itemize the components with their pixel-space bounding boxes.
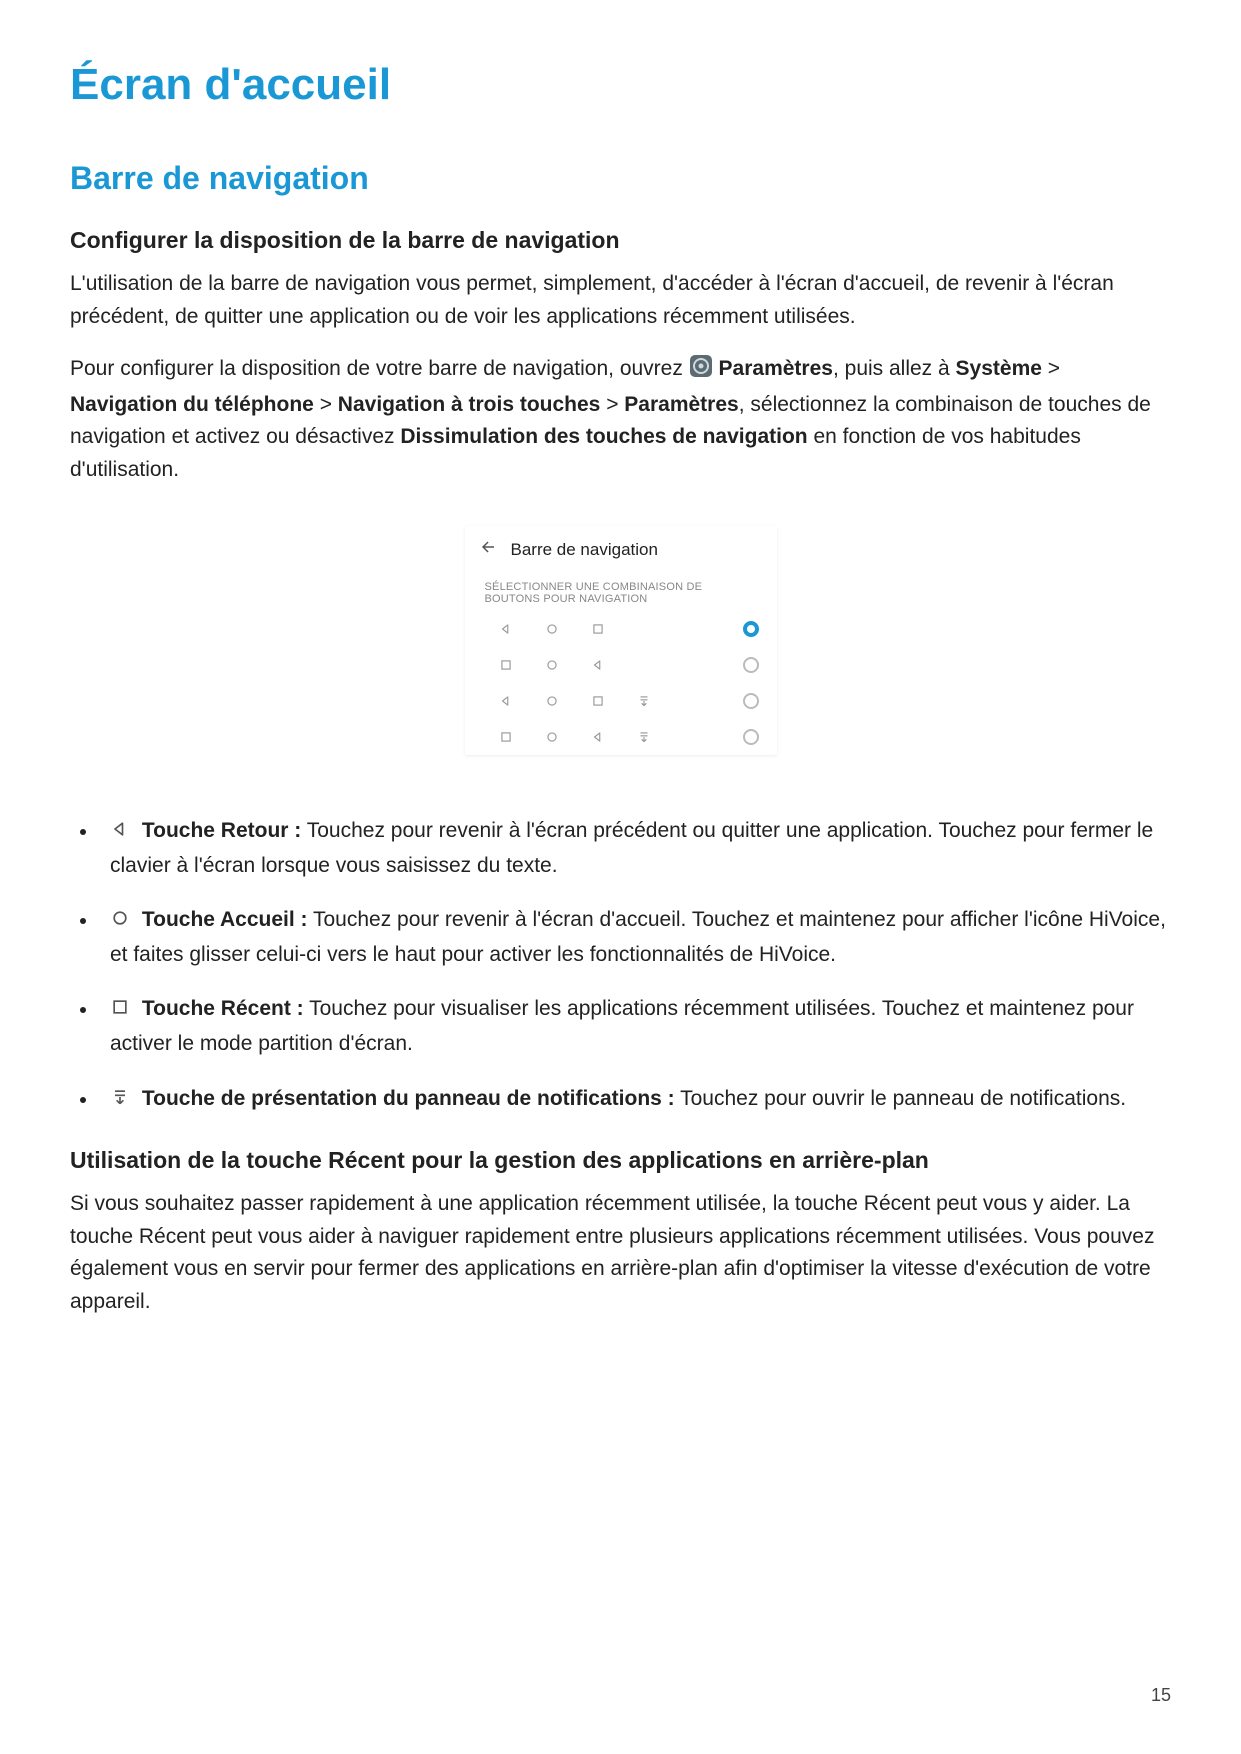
illustration-title: Barre de navigation — [511, 540, 658, 560]
bold-phone-nav: Navigation du téléphone — [70, 393, 314, 416]
back-icon — [483, 694, 529, 708]
page-title: Écran d'accueil — [70, 60, 1171, 110]
text: > — [1042, 357, 1060, 380]
paragraph-intro: L'utilisation de la barre de navigation … — [70, 268, 1171, 333]
radio-option[interactable] — [743, 657, 759, 673]
bold-settings2: Paramètres — [624, 393, 738, 416]
illustration-row — [465, 611, 777, 647]
nav-bar-illustration: Barre de navigation SÉLECTIONNER UNE COM… — [465, 526, 777, 755]
recent-icon — [575, 622, 621, 636]
key-description: Touchez pour ouvrir le panneau de notifi… — [675, 1087, 1126, 1110]
text: > — [314, 393, 338, 416]
back-icon — [483, 622, 529, 636]
back-icon — [575, 658, 621, 672]
recent-icon — [575, 694, 621, 708]
illustration-row — [465, 719, 777, 755]
back-icon — [575, 730, 621, 744]
list-item: Touche Retour : Touchez pour revenir à l… — [98, 815, 1171, 882]
bold-three-key: Navigation à trois touches — [338, 393, 601, 416]
page-number: 15 — [1151, 1685, 1171, 1706]
bold-settings: Paramètres — [719, 357, 833, 380]
illustration-row — [465, 683, 777, 719]
radio-option[interactable] — [743, 621, 759, 637]
home-icon — [110, 906, 130, 939]
key-title: Touche de présentation du panneau de not… — [142, 1087, 675, 1110]
subheading-recent: Utilisation de la touche Récent pour la … — [70, 1147, 1171, 1174]
section-heading: Barre de navigation — [70, 160, 1171, 197]
key-title: Touche Récent : — [142, 997, 304, 1020]
home-icon — [529, 622, 575, 636]
paragraph-steps: Pour configurer la disposition de votre … — [70, 353, 1171, 486]
notif-icon — [621, 694, 667, 708]
recent-icon — [110, 995, 130, 1028]
list-item: Touche Récent : Touchez pour visualiser … — [98, 993, 1171, 1060]
paragraph-recent: Si vous souhaitez passer rapidement à un… — [70, 1188, 1171, 1318]
home-icon — [529, 658, 575, 672]
illustration-header: Barre de navigation — [465, 526, 777, 573]
list-item: Touche de présentation du panneau de not… — [98, 1083, 1171, 1118]
notif-icon — [110, 1085, 130, 1118]
subheading-configure: Configurer la disposition de la barre de… — [70, 227, 1171, 254]
radio-option[interactable] — [743, 729, 759, 745]
recent-icon — [483, 658, 529, 672]
page-container: Écran d'accueil Barre de navigation Conf… — [0, 0, 1241, 1754]
text: , puis allez à — [833, 357, 956, 380]
radio-option[interactable] — [743, 693, 759, 709]
text: Pour configurer la disposition de votre … — [70, 357, 689, 380]
back-icon — [110, 817, 130, 850]
back-arrow-icon — [479, 538, 497, 561]
settings-icon — [689, 354, 713, 389]
illustration-subheader: SÉLECTIONNER UNE COMBINAISON DE BOUTONS … — [465, 573, 777, 611]
key-descriptions-list: Touche Retour : Touchez pour revenir à l… — [70, 815, 1171, 1117]
home-icon — [529, 730, 575, 744]
recent-icon — [483, 730, 529, 744]
key-title: Touche Retour : — [142, 819, 301, 842]
notif-icon — [621, 730, 667, 744]
list-item: Touche Accueil : Touchez pour revenir à … — [98, 904, 1171, 971]
key-title: Touche Accueil : — [142, 908, 308, 931]
bold-hide-keys: Dissimulation des touches de navigation — [400, 425, 807, 448]
text: > — [600, 393, 624, 416]
bold-system: Système — [956, 357, 1042, 380]
home-icon — [529, 694, 575, 708]
illustration-row — [465, 647, 777, 683]
